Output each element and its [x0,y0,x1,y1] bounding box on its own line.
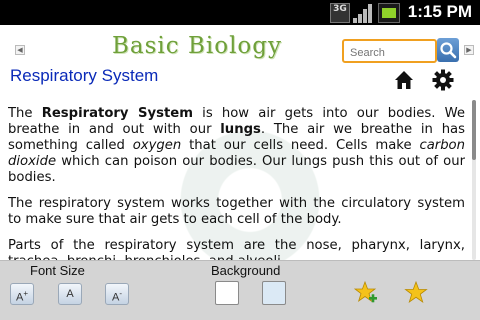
favorites-button[interactable] [404,280,428,305]
3g-icon: 3G [330,3,350,23]
add-favorite-icon [353,280,377,303]
bold-term: lungs [220,122,261,137]
add-favorite-button[interactable] [353,280,378,305]
search-button[interactable] [437,38,459,62]
status-time: 1:15 PM [407,2,472,21]
status-bar: 3G 1:15 PM [0,0,480,25]
home-button[interactable] [394,70,414,90]
signal-icon [353,3,375,23]
arrow-left-icon[interactable]: ◀ [15,45,25,55]
search-icon [440,42,457,59]
scrollbar[interactable] [472,100,476,260]
font-normal-button[interactable]: A [58,283,82,305]
background-blue-swatch[interactable] [262,281,286,305]
settings-button[interactable] [432,69,454,91]
page-title: Respiratory System [10,66,159,85]
article-paragraph: Parts of the respiratory system are the … [8,238,465,262]
network-label: 3G [333,4,347,14]
article-paragraph: The Respiratory System is how air gets i… [8,106,465,185]
font-size-label: Font Size [30,263,85,278]
article-body: The Respiratory System is how air gets i… [8,106,465,262]
status-icons: 3G [330,2,400,23]
app-title: Basic Biology [112,33,282,59]
background-label: Background [211,263,281,278]
favorite-star-icon [404,280,428,303]
search-field[interactable] [342,39,437,63]
home-icon [395,71,413,89]
arrow-right-icon[interactable]: ▶ [464,45,474,55]
italic-term: oxygen [132,138,182,153]
gear-icon [432,69,454,91]
bold-term: Respiratory System [41,106,193,121]
font-increase-button[interactable]: A+ [10,283,34,305]
font-decrease-button[interactable]: A- [105,283,129,305]
bottom-toolbar: Font Size A+ A A- Background [0,260,480,320]
background-white-swatch[interactable] [215,281,239,305]
article-paragraph: The respiratory system works together wi… [8,196,465,227]
battery-icon [378,3,400,23]
scrollbar-thumb[interactable] [472,100,476,160]
search-input[interactable] [344,43,435,63]
